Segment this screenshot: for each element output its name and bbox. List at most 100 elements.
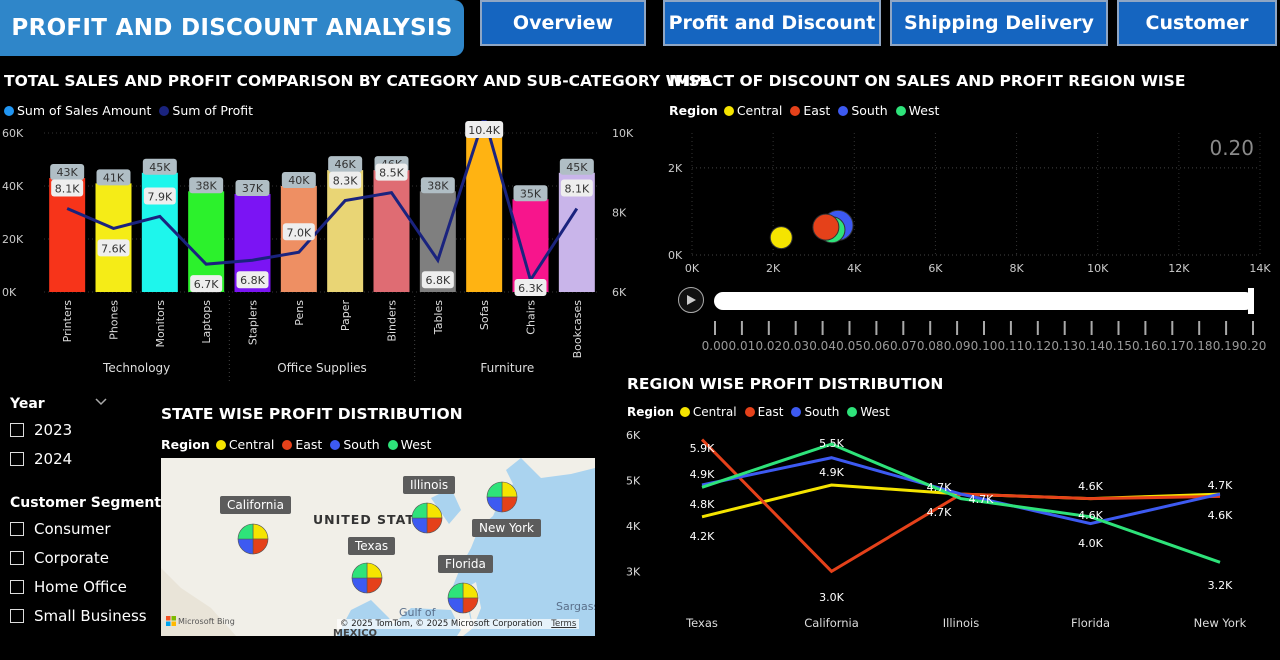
line-data-label: 4.0K	[1078, 537, 1103, 550]
segment-option-corporate[interactable]: Corporate	[10, 543, 147, 572]
y-right-tick: 8K	[612, 207, 627, 220]
pie-slice-west	[411, 502, 428, 519]
legend-label: South	[343, 437, 380, 452]
legend-label: East	[295, 437, 323, 452]
nav-profit-discount-button[interactable]: Profit and Discount	[663, 0, 881, 46]
pie-slice-central	[462, 582, 479, 599]
x-tick: 8K	[1009, 262, 1024, 275]
discount-slider-thumb[interactable]	[1248, 288, 1254, 314]
line-legend-west[interactable]: West	[847, 405, 890, 419]
discount-slider-track[interactable]	[714, 292, 1254, 310]
nav-overview-button[interactable]: Overview	[480, 0, 646, 46]
map-legend-west[interactable]: West	[387, 437, 431, 452]
state-profit-map[interactable]: UNITED STATES California Illinois Texas …	[161, 458, 595, 636]
central-dot-icon	[723, 105, 734, 116]
play-axis-value: 0.20	[1209, 136, 1254, 160]
x-tick-label: Monitors	[154, 300, 167, 348]
nav-shipping-delivery-button[interactable]: Shipping Delivery	[890, 0, 1108, 46]
segment-option-home-office[interactable]: Home Office	[10, 572, 147, 601]
sales-profit-bar-chart: 60K 40K 20K 0K 10K 8K 6K Printers Phones Monitors…	[2, 120, 634, 382]
segment-option-consumer[interactable]: Consumer	[10, 514, 147, 543]
south-dot-icon	[791, 407, 802, 417]
line-west	[701, 442, 1221, 564]
play-axis-button[interactable]	[678, 287, 704, 313]
scatter-legend-south[interactable]: South	[838, 103, 888, 118]
pie-slice-central	[252, 523, 269, 540]
pie-slice-south	[237, 538, 254, 555]
option-label: Corporate	[34, 548, 109, 567]
profit-data-label: 10.4K	[468, 124, 500, 137]
discount-slider-ticks: 0.00 0.01 0.02 0.03 0.04 0.05 0.06 0.07 0.08 0.09…	[702, 321, 1266, 353]
map-legend-central[interactable]: Central	[215, 437, 275, 452]
pie-slice-east	[501, 496, 518, 513]
slider-tick-label: 0.16	[1132, 339, 1159, 353]
pie-slice-east	[462, 597, 479, 614]
legend-sales[interactable]: Sum of Sales Amount	[4, 103, 151, 118]
bing-label: Microsoft Bing	[178, 616, 235, 626]
group-label: Office Supplies	[277, 361, 367, 375]
sales-dot-icon	[4, 105, 14, 116]
line-data-label: 4.7K	[927, 506, 952, 519]
x-tick-label: Paper	[339, 300, 352, 332]
scatter-legend: Region Central East South West	[669, 103, 947, 118]
year-option-2023[interactable]: 2023	[10, 415, 72, 444]
legend-label: Central	[692, 405, 737, 419]
pie-slice-west	[237, 523, 254, 540]
pie-slice-central	[501, 481, 518, 498]
x-tick-label: Binders	[386, 300, 399, 342]
discount-scatter-chart: 2K 0K0K 2K 4K 6K 8K 10K 12K 14K 0.20	[668, 133, 1271, 275]
map-legend-south[interactable]: South	[330, 437, 380, 452]
legend-label: West	[908, 103, 940, 118]
terms-link[interactable]: Terms	[551, 619, 576, 629]
line-east	[700, 438, 1221, 574]
checkbox[interactable]	[10, 451, 24, 466]
segment-slicer-title: Customer Segment	[10, 495, 162, 511]
profit-data-label: 6.8K	[425, 274, 450, 287]
line-legend-central[interactable]: Central	[679, 405, 737, 419]
scatter-point-east	[812, 213, 840, 241]
chevron-down-icon[interactable]	[94, 397, 108, 407]
microsoft-logo-icon	[166, 616, 176, 626]
scatter-legend-east[interactable]: East	[790, 103, 830, 118]
x-tick-label: Tables	[432, 300, 445, 335]
slider-tick-label: 0.03	[782, 339, 809, 353]
segment-slicer: Consumer Corporate Home Office Small Bus…	[10, 514, 147, 630]
checkbox[interactable]	[10, 608, 24, 623]
scatter-legend-central[interactable]: Central	[723, 103, 783, 118]
sales-data-label: 38K	[196, 179, 218, 192]
slider-tick-label: 0.00	[702, 339, 729, 353]
slider-tick-label: 0.10	[971, 339, 998, 353]
x-tick: California	[804, 616, 859, 630]
legend-label: Central	[736, 103, 783, 118]
line-legend-title: Region	[627, 405, 674, 419]
pie-slice-east	[426, 517, 443, 534]
map-legend-east[interactable]: East	[282, 437, 322, 452]
profit-data-label: 7.0K	[286, 226, 311, 239]
scatter-legend-west[interactable]: West	[895, 103, 940, 118]
checkbox[interactable]	[10, 579, 24, 594]
line-legend-south[interactable]: South	[791, 405, 839, 419]
checkbox[interactable]	[10, 521, 24, 536]
profit-data-label: 6.8K	[240, 274, 265, 287]
slider-tick-label: 0.15	[1105, 339, 1132, 353]
east-dot-icon	[744, 407, 755, 417]
bar-chart-legend: Sum of Sales Amount Sum of Profit	[4, 103, 261, 118]
legend-label: Central	[228, 437, 275, 452]
profit-data-label: 8.5K	[379, 167, 404, 180]
legend-profit[interactable]: Sum of Profit	[159, 103, 253, 118]
line-legend-east[interactable]: East	[744, 405, 783, 419]
east-dot-icon	[790, 105, 801, 116]
nav-customer-button[interactable]: Customer	[1117, 0, 1277, 46]
pie-slice-south	[486, 496, 503, 513]
checkbox[interactable]	[10, 550, 24, 565]
state-pie-markers	[237, 481, 518, 614]
play-icon	[687, 295, 696, 305]
line-data-label: 4.7K	[927, 481, 952, 494]
x-tick: 6K	[928, 262, 943, 275]
pie-slice-south	[351, 577, 368, 594]
year-option-2024[interactable]: 2024	[10, 444, 72, 473]
segment-option-small-business[interactable]: Small Business	[10, 601, 147, 630]
line-data-label: 4.7K	[969, 493, 994, 506]
x-tick: 4K	[847, 262, 862, 275]
checkbox[interactable]	[10, 422, 24, 437]
